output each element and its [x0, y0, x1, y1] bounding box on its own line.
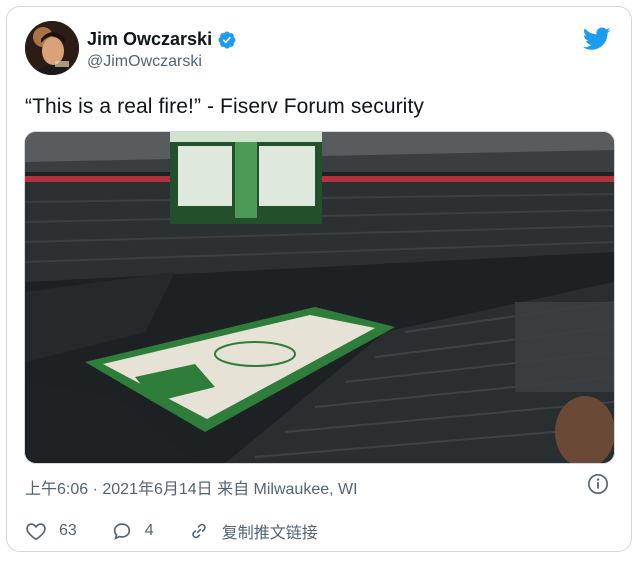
heart-icon	[26, 523, 46, 541]
author-name-row[interactable]: Jim Owczarski	[87, 29, 237, 50]
tweet-timestamp[interactable]: 上午6:06 · 2021年6月14日 来自 Milwaukee, WI	[25, 475, 358, 499]
author-name[interactable]: Jim Owczarski	[87, 29, 212, 50]
copy-link-label: 复制推文链接	[221, 525, 318, 542]
tweet-text: “This is a real fire!” - Fiserv Forum se…	[25, 95, 424, 118]
copy-link-button[interactable]: 复制推文链接	[188, 519, 318, 543]
info-icon[interactable]	[587, 473, 609, 495]
reply-icon	[113, 523, 130, 540]
like-count: 63	[59, 522, 77, 539]
link-icon	[191, 523, 206, 539]
author-handle[interactable]: @JimOwczarski	[87, 53, 202, 71]
arena-photo	[25, 132, 614, 463]
twitter-bird-icon[interactable]	[583, 27, 611, 51]
reply-button[interactable]: 4	[111, 520, 154, 542]
tweet-card[interactable]: Jim Owczarski @JimOwczarski “This is a r…	[6, 6, 632, 552]
reply-count: 4	[144, 522, 154, 539]
verified-badge-icon	[218, 30, 236, 49]
like-button[interactable]: 63	[25, 520, 77, 542]
avatar[interactable]	[25, 21, 79, 75]
avatar-image	[25, 21, 79, 75]
tweet-actions: 63 4 复制推文链接	[25, 519, 352, 543]
tweet-media-image[interactable]	[24, 131, 615, 464]
